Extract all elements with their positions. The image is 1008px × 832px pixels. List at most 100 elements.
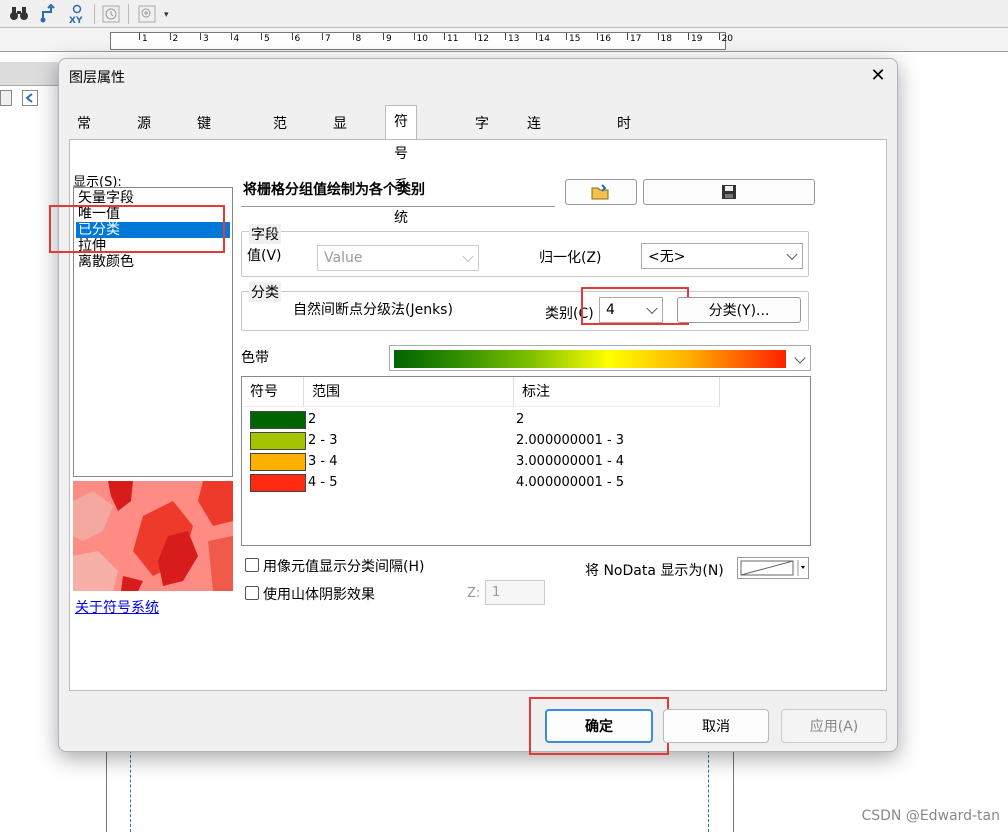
class-label[interactable]: 2.000000001 - 3 — [516, 431, 624, 451]
classes-table: 符号 范围 标注 222 - 3 2.000000001 - 33 - 4 3.00… — [241, 376, 811, 546]
z-factor-input[interactable]: 1 — [485, 580, 545, 605]
apply-button[interactable]: 应用(A) — [781, 709, 887, 743]
class-symbol-swatch[interactable] — [250, 411, 306, 429]
renderer-item-vector-field[interactable]: 矢量字段 — [76, 190, 230, 206]
ruler-number: 12 — [477, 34, 489, 44]
ruler-tick — [596, 33, 598, 40]
value-field-text: Value — [324, 250, 363, 266]
class-range[interactable]: 4 - 5 — [308, 473, 338, 493]
column-header-symbol[interactable]: 符号 — [242, 377, 304, 407]
toolbar-separator — [94, 4, 95, 24]
ruler-number: 15 — [569, 34, 581, 44]
tab-key-metadata[interactable]: 键元数据 — [189, 109, 219, 222]
binoculars-icon[interactable] — [8, 3, 30, 25]
open-folder-button[interactable] — [565, 179, 637, 205]
close-icon[interactable]: ✕ — [865, 63, 891, 89]
tab-extent[interactable]: 范围 — [265, 109, 295, 162]
classify-button[interactable]: 分类(Y)... — [677, 297, 801, 323]
ruler-tick — [474, 33, 476, 40]
ruler-number: 18 — [660, 34, 672, 44]
ruler-tick — [657, 33, 659, 40]
page-margin-guide — [130, 740, 131, 832]
color-ramp-preview — [394, 350, 786, 368]
tab-time[interactable]: 时间 — [609, 109, 639, 162]
value-field-select[interactable]: Value — [317, 245, 479, 271]
tab-display[interactable]: 显示 — [325, 109, 355, 162]
watermark: CSDN @Edward-tan — [861, 808, 1000, 824]
normalization-select[interactable]: <无> — [641, 243, 803, 269]
toc-list-icon[interactable] — [0, 90, 12, 106]
ruler-number: 14 — [538, 34, 550, 44]
ruler-tick — [718, 33, 720, 40]
class-symbol-swatch[interactable] — [250, 453, 306, 471]
class-range[interactable]: 2 - 3 — [308, 431, 338, 451]
renderer-item-discrete-color[interactable]: 离散颜色 — [76, 254, 230, 270]
ruler-number: 17 — [630, 34, 642, 44]
chevron-down-icon — [794, 352, 806, 364]
save-icon — [722, 185, 736, 199]
class-symbol-swatch[interactable] — [250, 432, 306, 450]
class-label[interactable]: 3.000000001 - 4 — [516, 452, 624, 472]
ruler-number: 7 — [325, 34, 331, 44]
class-range[interactable]: 3 - 4 — [308, 452, 338, 472]
value-label: 值(V) — [247, 248, 282, 264]
tab-joins-relates[interactable]: 连接和关联 — [519, 109, 549, 252]
nodata-color-swatch-icon — [740, 560, 805, 576]
ruler-number: 10 — [416, 34, 428, 44]
time-slider-icon[interactable] — [100, 3, 122, 25]
class-label[interactable]: 2 — [516, 410, 524, 430]
ruler-number: 4 — [233, 34, 240, 44]
class-range[interactable]: 2 — [308, 410, 316, 430]
use-hillshade-checkbox[interactable] — [245, 586, 259, 600]
tab-source[interactable]: 源 — [129, 109, 159, 139]
symbology-preview-image — [73, 481, 233, 591]
normalization-text: <无> — [648, 249, 686, 265]
nodata-color-picker[interactable] — [737, 557, 809, 579]
horizontal-ruler: 1 2 3 4 5 6 7 8 9 10 11 12 13 14 15 16 17 18 19 20 — [110, 32, 733, 50]
folder-open-icon — [591, 184, 609, 200]
chevron-down-icon — [786, 248, 798, 261]
save-style-button[interactable] — [643, 179, 815, 205]
color-ramp-label: 色带 — [241, 350, 269, 366]
dialog-title: 图层属性 — [69, 70, 125, 86]
class-label[interactable]: 4.000000001 - 5 — [516, 473, 624, 493]
tab-general[interactable]: 常规 — [69, 109, 99, 162]
ruler-tick — [200, 33, 201, 40]
app-toolbar: XY ▾ — [0, 0, 1008, 28]
zoom-page-icon[interactable] — [136, 3, 158, 25]
classification-method: 自然间断点分级法(Jenks) — [293, 302, 453, 318]
cancel-button[interactable]: 取消 — [663, 709, 769, 743]
go-to-xy-icon[interactable]: XY — [66, 3, 88, 25]
toolbar-overflow-icon[interactable]: ▾ — [164, 10, 169, 20]
table-of-contents-panel — [0, 52, 58, 832]
ruler-number: 2 — [172, 34, 179, 44]
tab-fields[interactable]: 字段 — [467, 109, 497, 162]
toc-toolbar — [0, 62, 58, 106]
ruler-tick — [139, 33, 140, 40]
ruler-number: 6 — [294, 34, 301, 44]
show-class-breaks-label: 用像元值显示分类间隔(H) — [263, 559, 425, 575]
ruler-tick — [627, 33, 628, 40]
classification-group-title: 分类 — [249, 282, 281, 302]
ruler-tick — [383, 33, 384, 40]
ruler-tick — [291, 33, 293, 40]
class-symbol-swatch[interactable] — [250, 474, 306, 492]
show-class-breaks-checkbox[interactable] — [245, 558, 259, 572]
ruler-tick — [352, 33, 354, 40]
svg-text:XY: XY — [69, 16, 83, 24]
field-group-title: 字段 — [249, 224, 281, 244]
tab-symbology[interactable]: 符号系统 — [385, 105, 417, 226]
ruler-tick — [322, 33, 323, 40]
route-icon[interactable] — [38, 3, 60, 25]
ruler-number: 16 — [599, 34, 611, 44]
column-header-range[interactable]: 范围 — [304, 377, 514, 407]
color-ramp-select[interactable] — [389, 345, 811, 371]
toc-source-icon[interactable] — [22, 90, 38, 106]
about-symbology-link[interactable]: 关于符号系统 — [75, 597, 159, 617]
ruler-number: 5 — [264, 34, 270, 44]
column-header-label[interactable]: 标注 — [514, 377, 720, 407]
highlight-box — [49, 205, 225, 253]
ruler-tick — [261, 33, 262, 40]
highlight-box — [581, 287, 689, 325]
ruler-tick — [535, 33, 537, 40]
